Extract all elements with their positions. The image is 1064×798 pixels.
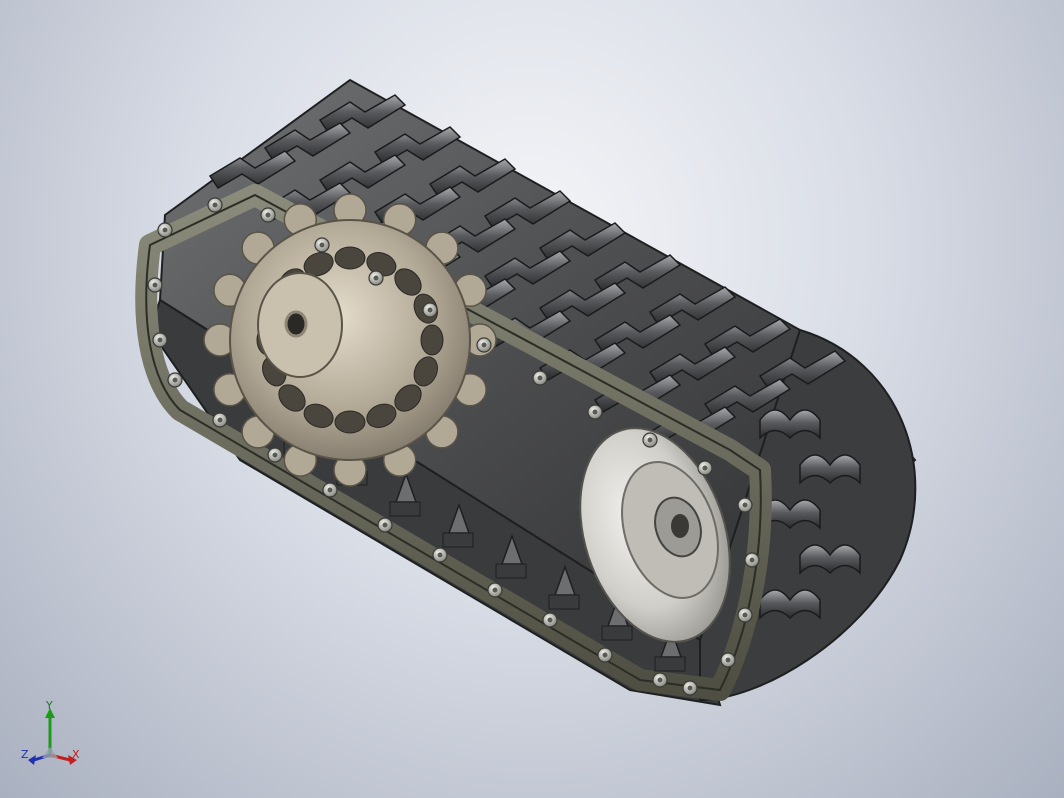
chain-bolt-center (152, 282, 158, 288)
guide-block (389, 501, 421, 517)
chain-bolt-center (382, 522, 388, 528)
chain-bolt-center (437, 552, 443, 558)
chain-bolt-center (272, 452, 278, 458)
axis-triad: Y X Z (20, 700, 90, 775)
guide-block (442, 532, 474, 548)
chain-bolt-center (157, 337, 163, 343)
sprocket-cutout (334, 410, 366, 434)
chain-bolt-center (725, 657, 731, 663)
drive-sprocket[interactable] (203, 193, 497, 487)
chain-bolt-center (547, 617, 553, 623)
guide-block (654, 656, 686, 672)
chain-bolt-center (327, 487, 333, 493)
chain-bolt-center (492, 587, 498, 593)
chain-bolt-center (319, 242, 325, 248)
chain-bolt-center (427, 307, 433, 313)
chain-bolt-center (657, 677, 663, 683)
chain-bolt-center (162, 227, 168, 233)
chain-bolt-center (702, 465, 708, 471)
sprocket-cutout (420, 324, 444, 356)
axis-z-label: Z (21, 748, 29, 761)
axis-y-label: Y (46, 699, 53, 712)
triad-graphic (28, 708, 77, 765)
graphics-viewport[interactable]: Y X Z (0, 0, 1064, 798)
axis-x-label: X (72, 748, 80, 761)
guide-block (548, 594, 580, 610)
track-assembly-model[interactable] (0, 0, 1064, 798)
chain-bolt-center (742, 612, 748, 618)
chain-bolt-center (592, 409, 598, 415)
guide-block (601, 625, 633, 641)
chain-bolt-center (647, 437, 653, 443)
chain-bolt-center (265, 212, 271, 218)
sprocket-bore (284, 310, 308, 338)
chain-bolt-center (172, 377, 178, 383)
guide-block (495, 563, 527, 579)
chain-bolt-center (373, 275, 379, 281)
chain-bolt-center (602, 652, 608, 658)
chain-bolt-center (749, 557, 755, 563)
idler-bore (671, 514, 689, 538)
sprocket-cutout (334, 246, 366, 270)
chain-bolt-center (481, 342, 487, 348)
chain-bolt-center (537, 375, 543, 381)
chain-bolt-center (742, 502, 748, 508)
chain-bolt-center (217, 417, 223, 423)
chain-bolt-center (687, 685, 693, 691)
chain-bolt-center (212, 202, 218, 208)
